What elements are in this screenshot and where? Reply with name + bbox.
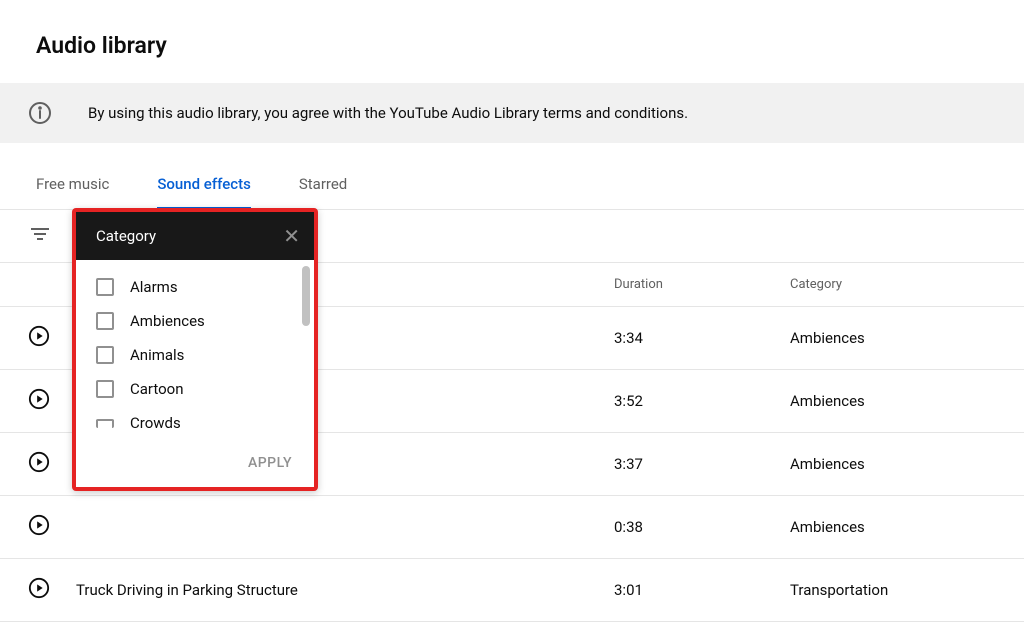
track-category: Transportation	[790, 581, 1024, 599]
tab-sound-effects[interactable]: Sound effects	[157, 175, 251, 210]
terms-notice: By using this audio library, you agree w…	[0, 83, 1024, 143]
popup-body: Alarms Ambiences Animals Cartoon Crowds	[76, 260, 314, 442]
track-duration: 0:38	[614, 518, 790, 536]
track-duration: 3:52	[614, 392, 790, 410]
notice-text: By using this audio library, you agree w…	[88, 104, 688, 122]
tabs: Free music Sound effects Starred	[0, 143, 1024, 210]
info-icon	[28, 101, 52, 125]
category-filter-popup: Category ✕ Alarms Ambiences Animals Cart…	[72, 208, 318, 491]
track-category: Ambiences	[790, 392, 1024, 410]
header-category[interactable]: Category	[790, 277, 1024, 292]
track-category: Ambiences	[790, 455, 1024, 473]
checkbox-icon[interactable]	[96, 346, 114, 364]
filter-option[interactable]: Animals	[96, 346, 294, 364]
close-icon[interactable]: ✕	[283, 226, 300, 246]
scrollbar-thumb[interactable]	[302, 266, 310, 326]
filter-option[interactable]: Ambiences	[96, 312, 294, 330]
play-icon[interactable]	[28, 577, 50, 599]
filter-option[interactable]: Crowds	[96, 414, 294, 432]
popup-header: Category ✕	[76, 212, 314, 260]
apply-button[interactable]: APPLY	[248, 455, 292, 471]
checkbox-icon[interactable]	[96, 380, 114, 398]
filter-option[interactable]: Alarms	[96, 278, 294, 296]
table-row: Truck Driving in Parking Structure 3:01 …	[0, 559, 1024, 622]
table-row: 0:38 Ambiences	[0, 496, 1024, 559]
track-duration: 3:37	[614, 455, 790, 473]
track-category: Ambiences	[790, 518, 1024, 536]
play-icon[interactable]	[28, 325, 50, 347]
checkbox-icon[interactable]	[96, 419, 114, 428]
content-area: Duration Category 3:34 Ambiences 3:52 Am…	[0, 210, 1024, 622]
checkbox-icon[interactable]	[96, 312, 114, 330]
track-duration: 3:01	[614, 581, 790, 599]
checkbox-icon[interactable]	[96, 278, 114, 296]
option-label: Crowds	[130, 414, 181, 432]
track-duration: 3:34	[614, 329, 790, 347]
track-title: Truck Driving in Parking Structure	[76, 581, 614, 599]
option-label: Ambiences	[130, 312, 205, 330]
play-icon[interactable]	[28, 514, 50, 536]
popup-title: Category	[96, 227, 156, 245]
page-title: Audio library	[0, 0, 1024, 83]
header-duration[interactable]: Duration	[614, 277, 790, 292]
filter-option[interactable]: Cartoon	[96, 380, 294, 398]
popup-footer: APPLY	[76, 442, 314, 487]
tab-free-music[interactable]: Free music	[36, 175, 109, 210]
option-label: Alarms	[130, 278, 178, 296]
filter-icon[interactable]	[28, 222, 52, 246]
option-label: Cartoon	[130, 380, 184, 398]
play-icon[interactable]	[28, 451, 50, 473]
track-category: Ambiences	[790, 329, 1024, 347]
tab-starred[interactable]: Starred	[299, 175, 347, 210]
play-icon[interactable]	[28, 388, 50, 410]
option-label: Animals	[130, 346, 184, 364]
